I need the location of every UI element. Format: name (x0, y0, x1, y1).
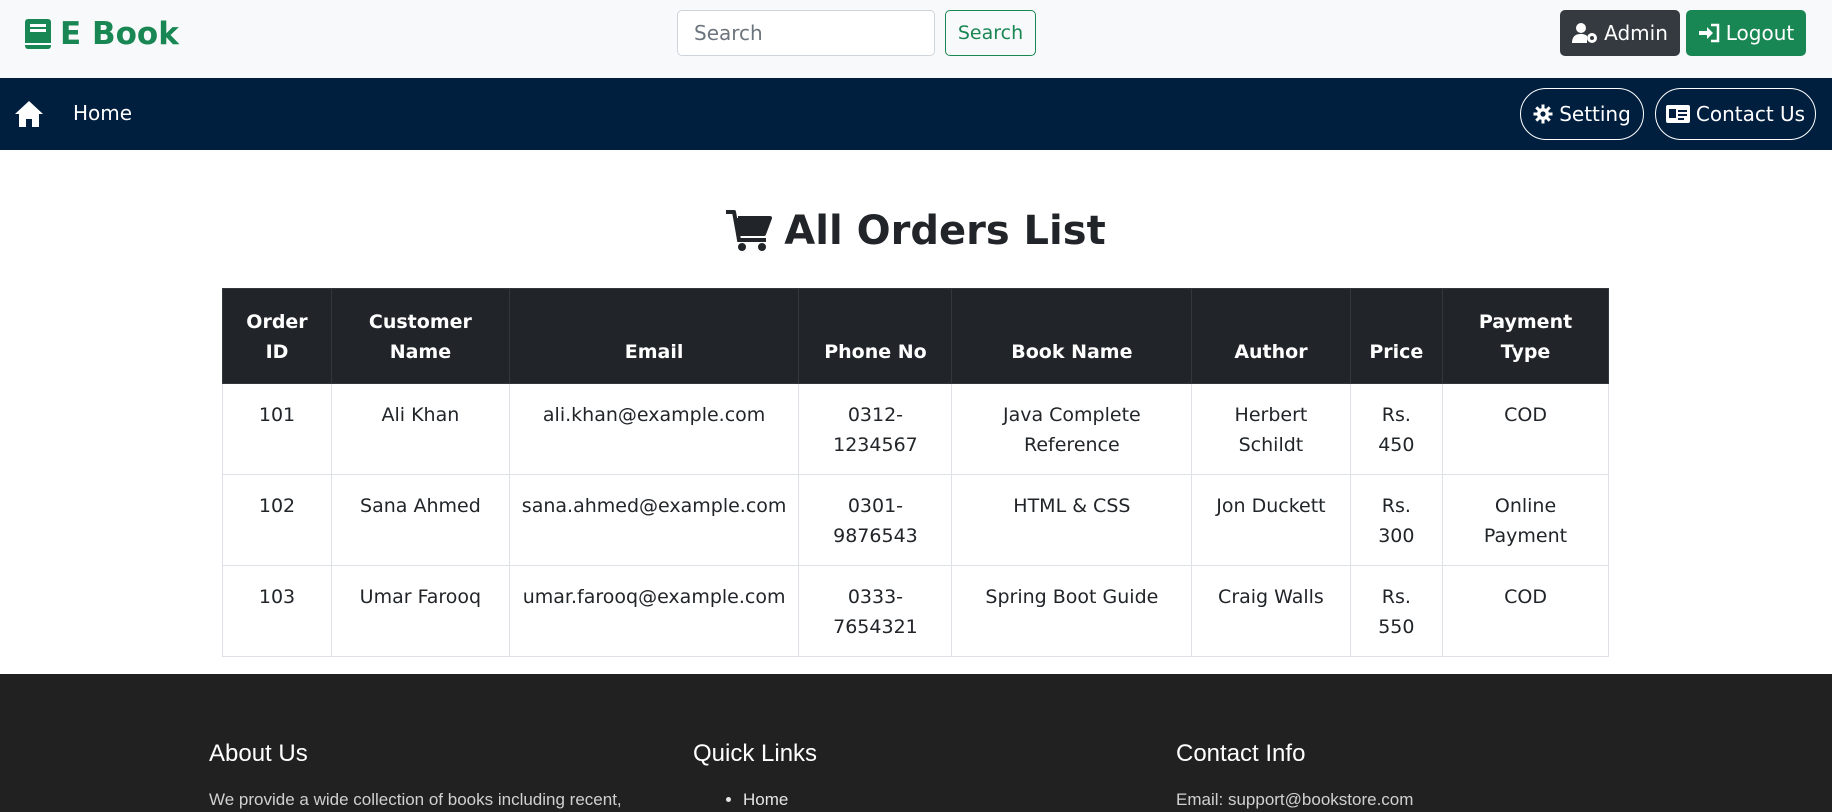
table-cell: COD (1442, 383, 1609, 475)
search-input[interactable] (677, 10, 935, 56)
setting-button[interactable]: Setting (1520, 88, 1644, 140)
table-cell: Jon Duckett (1191, 474, 1351, 566)
nav-home-link[interactable]: Home (73, 101, 132, 125)
table-cell: Sana Ahmed (331, 474, 510, 566)
column-header: Phone No (798, 288, 953, 384)
user-gear-icon (1572, 23, 1598, 43)
gear-icon (1533, 104, 1553, 124)
table-row: 102 Sana Ahmed sana.ahmed@example.com 03… (222, 474, 1609, 566)
admin-button[interactable]: Admin (1560, 10, 1680, 56)
brand-name: E Book (60, 16, 179, 52)
table-cell: Spring Boot Guide (951, 565, 1193, 657)
brand-logo[interactable]: E Book (24, 16, 179, 52)
main-navbar: Home Setting Contact Us (0, 78, 1832, 150)
cart-icon (726, 210, 773, 251)
admin-label: Admin (1604, 21, 1668, 45)
setting-label: Setting (1559, 102, 1631, 126)
page-title: All Orders List (0, 208, 1832, 254)
table-cell: sana.ahmed@example.com (508, 474, 800, 566)
book-icon (25, 19, 51, 49)
table-cell: Umar Farooq (331, 565, 510, 657)
table-cell: ali.khan@example.com (508, 383, 800, 475)
table-header-row: Order ID Customer Name Email Phone No Bo… (222, 288, 1609, 384)
table-cell: 0333-7654321 (798, 565, 953, 657)
table-row: 103 Umar Farooq umar.farooq@example.com … (222, 565, 1609, 657)
table-cell: 101 (222, 383, 332, 475)
logout-button[interactable]: Logout (1686, 10, 1806, 56)
id-card-icon (1665, 105, 1690, 123)
table-cell: HTML & CSS (951, 474, 1193, 566)
orders-table: Order ID Customer Name Email Phone No Bo… (222, 288, 1609, 657)
footer-links-title: Quick Links (693, 740, 818, 767)
site-footer: About Us We provide a wide collection of… (0, 674, 1832, 812)
column-header: Order ID (222, 288, 332, 384)
table-cell: Ali Khan (331, 383, 510, 475)
footer-contact-email: Email: support@bookstore.com (1176, 790, 1414, 809)
home-icon[interactable] (14, 100, 44, 128)
column-header: Payment Type (1442, 288, 1609, 384)
footer-about-title: About Us (209, 740, 308, 767)
table-cell: Craig Walls (1191, 565, 1351, 657)
footer-quick-links: Quick Links Home (693, 740, 993, 810)
footer-contact: Contact Info Email: support@bookstore.co… (1176, 740, 1576, 810)
column-header: Price (1349, 288, 1444, 384)
column-header: Author (1191, 288, 1351, 384)
table-cell: Rs. 550 (1349, 565, 1444, 657)
table-cell: Rs. 450 (1349, 383, 1444, 475)
table-cell: Online Payment (1442, 474, 1609, 566)
top-header: E Book Search Admin Logout (0, 0, 1832, 78)
table-cell: Rs. 300 (1349, 474, 1444, 566)
footer-contact-title: Contact Info (1176, 740, 1306, 767)
contact-us-label: Contact Us (1695, 102, 1806, 126)
contact-us-button[interactable]: Contact Us (1655, 88, 1816, 140)
table-cell: 0312-1234567 (798, 383, 953, 475)
table-row: 101 Ali Khan ali.khan@example.com 0312-1… (222, 383, 1609, 475)
table-cell: 102 (222, 474, 332, 566)
column-header: Customer Name (331, 288, 510, 384)
page-title-text: All Orders List (784, 208, 1106, 254)
column-header: Email (508, 288, 800, 384)
table-cell: 103 (222, 565, 332, 657)
table-cell: 0301-9876543 (798, 474, 953, 566)
table-cell: Java Complete Reference (951, 383, 1193, 475)
footer-link-home[interactable]: Home (743, 790, 993, 810)
logout-label: Logout (1725, 21, 1795, 45)
column-header: Book Name (951, 288, 1193, 384)
table-cell: umar.farooq@example.com (508, 565, 800, 657)
table-cell: Herbert Schildt (1191, 383, 1351, 475)
search-button[interactable]: Search (945, 10, 1036, 56)
footer-about-text: We provide a wide collection of books in… (209, 790, 622, 809)
footer-about: About Us We provide a wide collection of… (209, 740, 649, 810)
table-cell: COD (1442, 565, 1609, 657)
sign-in-icon (1698, 23, 1719, 43)
